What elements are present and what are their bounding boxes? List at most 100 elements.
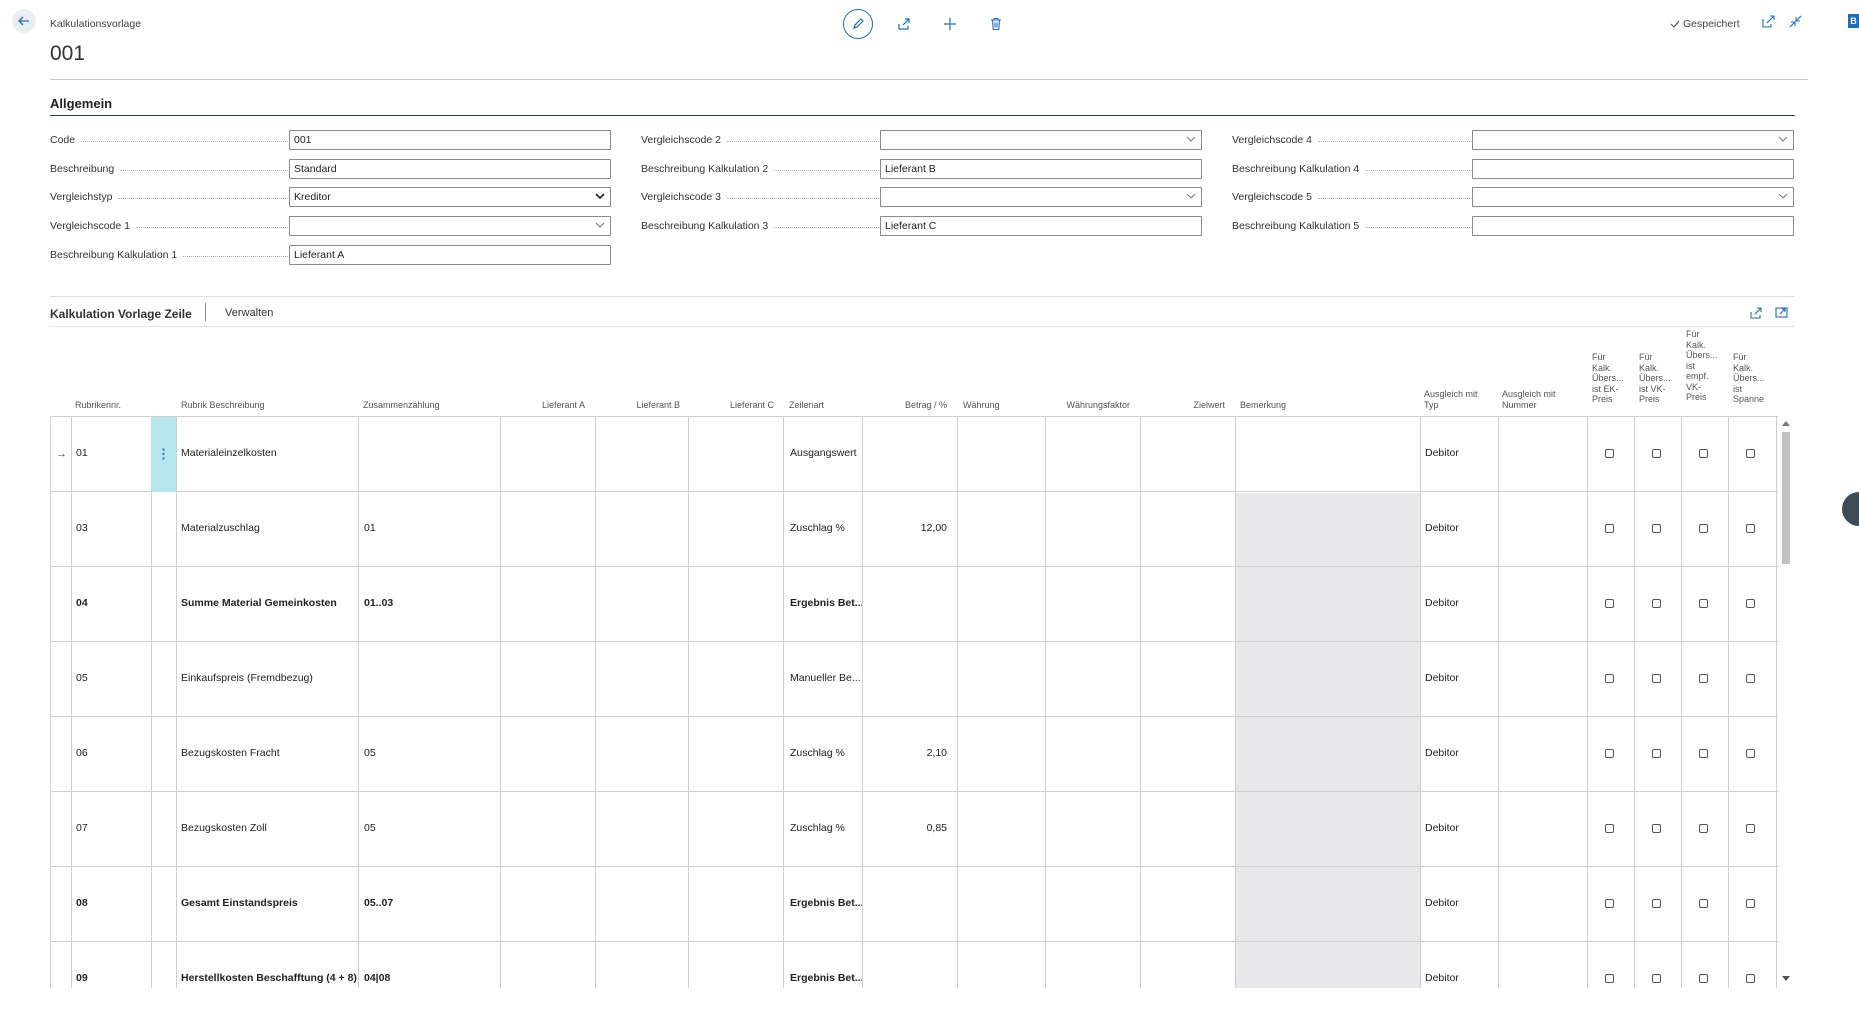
cell-balance-type[interactable]: Debitor (1425, 447, 1485, 459)
table-row[interactable]: 06 Bezugskosten Fracht 05 Zuschlag % 2,10 Deb… (50, 717, 1778, 792)
select-field[interactable] (880, 130, 1202, 150)
cell-amount[interactable]: 12,00 (870, 522, 947, 534)
cell-balance-type[interactable]: Debitor (1425, 972, 1485, 984)
cell-rubrik-nr[interactable]: 07 (76, 822, 136, 834)
checkbox-vk-price[interactable] (1652, 449, 1661, 458)
dropdown-toggle[interactable] (1778, 191, 1788, 204)
new-button[interactable] (927, 10, 973, 38)
cell-line-type[interactable]: Zuschlag % (790, 822, 870, 834)
column-header-waehrung[interactable]: Währung (963, 400, 1033, 411)
checkbox-margin[interactable] (1746, 599, 1755, 608)
grid-scrollbar[interactable] (1779, 416, 1793, 988)
cell-description[interactable]: Herstellkosten Beschafftung (4 + 8) (181, 972, 381, 984)
column-header-liefA[interactable]: Lieferant A (505, 400, 585, 411)
cell-line-type[interactable]: Zuschlag % (790, 747, 870, 759)
dropdown-toggle[interactable] (1778, 134, 1788, 147)
checkbox-rec-vk-price[interactable] (1699, 899, 1708, 908)
checkbox-ek-price[interactable] (1605, 599, 1614, 608)
select-field[interactable]: Kreditor (289, 187, 611, 207)
delete-button[interactable] (973, 10, 1019, 38)
checkbox-vk-price[interactable] (1652, 674, 1661, 683)
manage-action[interactable]: Verwalten (225, 307, 273, 319)
column-header-ek[interactable]: Für Kalk. Übers... ist EK- Preis (1592, 352, 1632, 405)
checkbox-ek-price[interactable] (1605, 824, 1614, 833)
column-header-beschreibung[interactable]: Rubrik Beschreibung (181, 400, 321, 411)
cell-description[interactable]: Gesamt Einstandspreis (181, 897, 381, 909)
cell-rubrik-nr[interactable]: 03 (76, 522, 136, 534)
text-field[interactable]: Lieferant C (880, 216, 1202, 236)
cell-description[interactable]: Materialzuschlag (181, 522, 381, 534)
cell-description[interactable]: Bezugskosten Zoll (181, 822, 381, 834)
column-header-vk[interactable]: Für Kalk. Übers... ist VK- Preis (1639, 352, 1679, 405)
cell-rubrik-nr[interactable]: 04 (76, 597, 136, 609)
column-header-faktor[interactable]: Währungsfaktor (1050, 400, 1130, 411)
cell-rubrik-nr[interactable]: 05 (76, 672, 136, 684)
cell-rubrik-nr[interactable]: 01 (76, 447, 136, 459)
cell-line-type[interactable]: Ergebnis Bet... (790, 597, 870, 609)
cell-summation[interactable]: 04|08 (364, 972, 464, 984)
cell-description[interactable]: Summe Material Gemeinkosten (181, 597, 381, 609)
select-field[interactable] (289, 216, 611, 236)
open-new-window-icon[interactable] (1762, 15, 1775, 28)
checkbox-ek-price[interactable] (1605, 524, 1614, 533)
table-row[interactable]: 07 Bezugskosten Zoll 05 Zuschlag % 0,85 Debit… (50, 792, 1778, 867)
checkbox-margin[interactable] (1746, 749, 1755, 758)
cell-description[interactable]: Bezugskosten Fracht (181, 747, 381, 759)
cell-summation[interactable]: 05 (364, 747, 464, 759)
cell-line-type[interactable]: Zuschlag % (790, 522, 870, 534)
dropdown-toggle[interactable] (1186, 134, 1196, 147)
checkbox-margin[interactable] (1746, 899, 1755, 908)
table-row[interactable]: 03 Materialzuschlag 01 Zuschlag % 12,00 Debit… (50, 492, 1778, 567)
share-icon[interactable] (1750, 306, 1763, 319)
text-field[interactable]: Standard (289, 159, 611, 179)
factbox-toggle-button[interactable] (1842, 492, 1859, 526)
scroll-down-icon[interactable] (1782, 976, 1790, 982)
table-row[interactable]: 08 Gesamt Einstandspreis 05..07 Ergebnis Be… (50, 867, 1778, 942)
checkbox-ek-price[interactable] (1605, 974, 1614, 983)
text-field[interactable] (1472, 216, 1794, 236)
checkbox-rec-vk-price[interactable] (1699, 599, 1708, 608)
share-button[interactable] (881, 10, 927, 38)
cell-line-type[interactable]: Ergebnis Bet... (790, 897, 870, 909)
column-header-liefB[interactable]: Lieferant B (600, 400, 680, 411)
checkbox-rec-vk-price[interactable] (1699, 674, 1708, 683)
column-header-empf[interactable]: Für Kalk. Übers... ist empf. VK- Preis (1686, 329, 1726, 403)
cell-rubrik-nr[interactable]: 06 (76, 747, 136, 759)
checkbox-vk-price[interactable] (1652, 824, 1661, 833)
edit-button[interactable] (843, 9, 873, 39)
cell-amount[interactable]: 2,10 (870, 747, 947, 759)
checkbox-vk-price[interactable] (1652, 524, 1661, 533)
checkbox-rec-vk-price[interactable] (1699, 974, 1708, 983)
checkbox-vk-price[interactable] (1652, 599, 1661, 608)
checkbox-rec-vk-price[interactable] (1699, 524, 1708, 533)
cell-line-type[interactable]: Ergebnis Bet... (790, 972, 870, 984)
text-field[interactable]: Lieferant B (880, 159, 1202, 179)
cell-line-type[interactable]: Ausgangswert (790, 447, 870, 459)
table-row[interactable]: 09 Herstellkosten Beschafftung (4 + 8) 04|… (50, 942, 1778, 988)
scroll-up-icon[interactable] (1782, 420, 1790, 426)
checkbox-ek-price[interactable] (1605, 899, 1614, 908)
scroll-thumb[interactable] (1782, 432, 1790, 564)
column-header-zusammen[interactable]: Zusammenzählung (363, 400, 483, 411)
checkbox-ek-price[interactable] (1605, 449, 1614, 458)
cell-summation[interactable]: 05..07 (364, 897, 464, 909)
table-row[interactable]: 05 Einkaufspreis (Fremdbezug) Manueller Be… (50, 642, 1778, 717)
select-field[interactable] (880, 187, 1202, 207)
checkbox-margin[interactable] (1746, 674, 1755, 683)
collapse-icon[interactable] (1789, 15, 1802, 28)
back-button[interactable] (12, 9, 36, 33)
checkbox-vk-price[interactable] (1652, 749, 1661, 758)
column-header-ausgl_typ[interactable]: Ausgleich mit Typ (1424, 389, 1494, 410)
checkbox-margin[interactable] (1746, 524, 1755, 533)
cell-rubrik-nr[interactable]: 08 (76, 897, 136, 909)
checkbox-margin[interactable] (1746, 449, 1755, 458)
expand-icon[interactable] (1775, 306, 1788, 319)
cell-balance-type[interactable]: Debitor (1425, 672, 1485, 684)
cell-summation[interactable]: 05 (364, 822, 464, 834)
text-field[interactable]: 001 (289, 130, 611, 150)
checkbox-rec-vk-price[interactable] (1699, 749, 1708, 758)
cell-balance-type[interactable]: Debitor (1425, 597, 1485, 609)
cell-description[interactable]: Materialeinzelkosten (181, 447, 381, 459)
checkbox-ek-price[interactable] (1605, 749, 1614, 758)
cell-amount[interactable]: 0,85 (870, 822, 947, 834)
